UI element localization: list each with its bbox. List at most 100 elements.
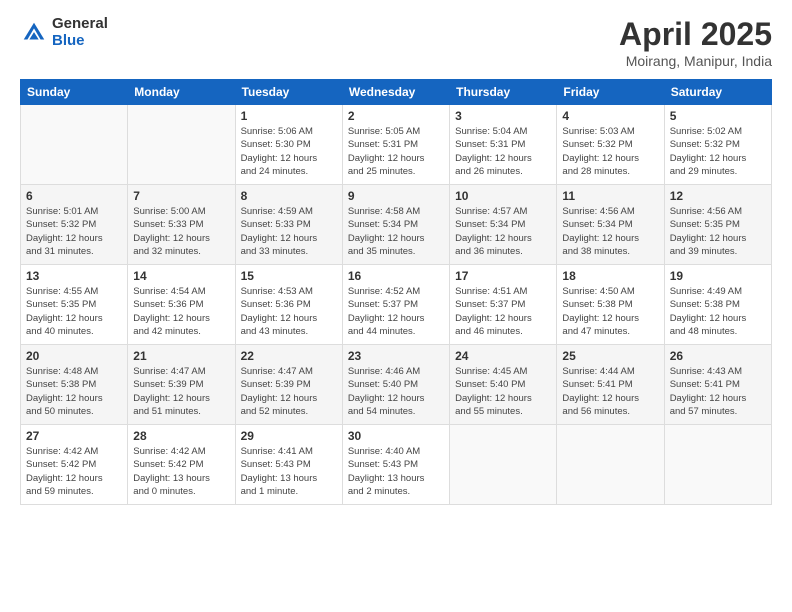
- day-number: 1: [241, 109, 337, 123]
- day-info: Sunrise: 4:49 AM Sunset: 5:38 PM Dayligh…: [670, 285, 766, 338]
- day-number: 2: [348, 109, 444, 123]
- calendar-cell: 13Sunrise: 4:55 AM Sunset: 5:35 PM Dayli…: [21, 265, 128, 345]
- day-number: 4: [562, 109, 658, 123]
- day-number: 10: [455, 189, 551, 203]
- day-number: 26: [670, 349, 766, 363]
- calendar-cell: [664, 425, 771, 505]
- calendar-cell: 7 Sunrise: 5:00 AM Sunset: 5:33 PM Daylig…: [128, 185, 235, 265]
- day-number: 16: [348, 269, 444, 283]
- day-number: 18: [562, 269, 658, 283]
- logo-icon: [20, 19, 48, 47]
- calendar-cell: 26 Sunrise: 4:43 AM Sunset: 5:41 PM Dayli…: [664, 345, 771, 425]
- calendar-cell: [128, 105, 235, 185]
- day-number: 22: [241, 349, 337, 363]
- day-header-saturday: Saturday: [664, 80, 771, 105]
- day-info: Sunrise: 4:42 AM Sunset: 5:42 PM Dayligh…: [26, 445, 122, 498]
- calendar-cell: 20 Sunrise: 4:48 AM Sunset: 5:38 PM Dayli…: [21, 345, 128, 425]
- day-info: Sunrise: 4:46 AM Sunset: 5:40 PM Dayligh…: [348, 365, 444, 418]
- day-number: 8: [241, 189, 337, 203]
- day-header-sunday: Sunday: [21, 80, 128, 105]
- day-number: 23: [348, 349, 444, 363]
- day-info: Sunrise: 4:44 AM Sunset: 5:41 PM Dayligh…: [562, 365, 658, 418]
- day-info: Sunrise: 5:04 AM Sunset: 5:31 PM Dayligh…: [455, 125, 551, 178]
- day-header-thursday: Thursday: [450, 80, 557, 105]
- calendar: SundayMondayTuesdayWednesdayThursdayFrid…: [20, 79, 772, 505]
- day-info: Sunrise: 4:56 AM Sunset: 5:35 PM Dayligh…: [670, 205, 766, 258]
- day-header-monday: Monday: [128, 80, 235, 105]
- page: General Blue April 2025 Moirang, Manipur…: [0, 0, 792, 612]
- day-info: Sunrise: 4:54 AM Sunset: 5:36 PM Dayligh…: [133, 285, 229, 338]
- calendar-cell: 30 Sunrise: 4:40 AM Sunset: 5:43 PM Dayli…: [342, 425, 449, 505]
- day-info: Sunrise: 4:45 AM Sunset: 5:40 PM Dayligh…: [455, 365, 551, 418]
- week-row-1: 1 Sunrise: 5:06 AM Sunset: 5:30 PM Daylig…: [21, 105, 772, 185]
- location: Moirang, Manipur, India: [619, 53, 772, 69]
- calendar-cell: 1 Sunrise: 5:06 AM Sunset: 5:30 PM Daylig…: [235, 105, 342, 185]
- day-info: Sunrise: 5:05 AM Sunset: 5:31 PM Dayligh…: [348, 125, 444, 178]
- day-number: 30: [348, 429, 444, 443]
- calendar-cell: 6 Sunrise: 5:01 AM Sunset: 5:32 PM Daylig…: [21, 185, 128, 265]
- day-info: Sunrise: 4:55 AM Sunset: 5:35 PM Dayligh…: [26, 285, 122, 338]
- calendar-cell: 28 Sunrise: 4:42 AM Sunset: 5:42 PM Dayli…: [128, 425, 235, 505]
- calendar-cell: 14Sunrise: 4:54 AM Sunset: 5:36 PM Dayli…: [128, 265, 235, 345]
- day-info: Sunrise: 4:40 AM Sunset: 5:43 PM Dayligh…: [348, 445, 444, 498]
- day-info: Sunrise: 4:52 AM Sunset: 5:37 PM Dayligh…: [348, 285, 444, 338]
- day-info: Sunrise: 4:43 AM Sunset: 5:41 PM Dayligh…: [670, 365, 766, 418]
- calendar-cell: [21, 105, 128, 185]
- logo-text: General Blue: [52, 16, 108, 49]
- calendar-cell: 8 Sunrise: 4:59 AM Sunset: 5:33 PM Daylig…: [235, 185, 342, 265]
- day-number: 15: [241, 269, 337, 283]
- logo-blue-text: Blue: [52, 33, 108, 50]
- day-number: 7: [133, 189, 229, 203]
- day-info: Sunrise: 5:02 AM Sunset: 5:32 PM Dayligh…: [670, 125, 766, 178]
- day-header-wednesday: Wednesday: [342, 80, 449, 105]
- calendar-cell: 29 Sunrise: 4:41 AM Sunset: 5:43 PM Dayli…: [235, 425, 342, 505]
- day-number: 21: [133, 349, 229, 363]
- week-row-3: 13Sunrise: 4:55 AM Sunset: 5:35 PM Dayli…: [21, 265, 772, 345]
- calendar-cell: 24Sunrise: 4:45 AM Sunset: 5:40 PM Dayli…: [450, 345, 557, 425]
- calendar-cell: 19Sunrise: 4:49 AM Sunset: 5:38 PM Dayli…: [664, 265, 771, 345]
- header: General Blue April 2025 Moirang, Manipur…: [20, 16, 772, 69]
- day-number: 29: [241, 429, 337, 443]
- title-block: April 2025 Moirang, Manipur, India: [619, 16, 772, 69]
- day-info: Sunrise: 5:06 AM Sunset: 5:30 PM Dayligh…: [241, 125, 337, 178]
- calendar-cell: 21 Sunrise: 4:47 AM Sunset: 5:39 PM Dayli…: [128, 345, 235, 425]
- calendar-cell: 23 Sunrise: 4:46 AM Sunset: 5:40 PM Dayli…: [342, 345, 449, 425]
- day-info: Sunrise: 4:48 AM Sunset: 5:38 PM Dayligh…: [26, 365, 122, 418]
- day-info: Sunrise: 4:58 AM Sunset: 5:34 PM Dayligh…: [348, 205, 444, 258]
- day-info: Sunrise: 4:51 AM Sunset: 5:37 PM Dayligh…: [455, 285, 551, 338]
- day-info: Sunrise: 5:01 AM Sunset: 5:32 PM Dayligh…: [26, 205, 122, 258]
- calendar-cell: 16 Sunrise: 4:52 AM Sunset: 5:37 PM Dayli…: [342, 265, 449, 345]
- day-info: Sunrise: 4:53 AM Sunset: 5:36 PM Dayligh…: [241, 285, 337, 338]
- day-info: Sunrise: 4:59 AM Sunset: 5:33 PM Dayligh…: [241, 205, 337, 258]
- week-row-2: 6 Sunrise: 5:01 AM Sunset: 5:32 PM Daylig…: [21, 185, 772, 265]
- calendar-cell: 15 Sunrise: 4:53 AM Sunset: 5:36 PM Dayli…: [235, 265, 342, 345]
- month-title: April 2025: [619, 16, 772, 53]
- day-number: 11: [562, 189, 658, 203]
- day-info: Sunrise: 5:00 AM Sunset: 5:33 PM Dayligh…: [133, 205, 229, 258]
- calendar-cell: 10Sunrise: 4:57 AM Sunset: 5:34 PM Dayli…: [450, 185, 557, 265]
- day-number: 20: [26, 349, 122, 363]
- logo: General Blue: [20, 16, 108, 49]
- calendar-cell: 4 Sunrise: 5:03 AM Sunset: 5:32 PM Daylig…: [557, 105, 664, 185]
- day-number: 9: [348, 189, 444, 203]
- day-info: Sunrise: 4:41 AM Sunset: 5:43 PM Dayligh…: [241, 445, 337, 498]
- day-info: Sunrise: 5:03 AM Sunset: 5:32 PM Dayligh…: [562, 125, 658, 178]
- day-header-tuesday: Tuesday: [235, 80, 342, 105]
- day-number: 28: [133, 429, 229, 443]
- day-info: Sunrise: 4:56 AM Sunset: 5:34 PM Dayligh…: [562, 205, 658, 258]
- day-number: 6: [26, 189, 122, 203]
- calendar-cell: [450, 425, 557, 505]
- day-number: 3: [455, 109, 551, 123]
- calendar-cell: 22Sunrise: 4:47 AM Sunset: 5:39 PM Dayli…: [235, 345, 342, 425]
- calendar-cell: 2 Sunrise: 5:05 AM Sunset: 5:31 PM Daylig…: [342, 105, 449, 185]
- logo-general-text: General: [52, 16, 108, 33]
- day-number: 5: [670, 109, 766, 123]
- day-header-friday: Friday: [557, 80, 664, 105]
- week-row-5: 27 Sunrise: 4:42 AM Sunset: 5:42 PM Dayli…: [21, 425, 772, 505]
- day-info: Sunrise: 4:47 AM Sunset: 5:39 PM Dayligh…: [133, 365, 229, 418]
- calendar-cell: 5 Sunrise: 5:02 AM Sunset: 5:32 PM Daylig…: [664, 105, 771, 185]
- day-number: 17: [455, 269, 551, 283]
- day-number: 27: [26, 429, 122, 443]
- day-info: Sunrise: 4:42 AM Sunset: 5:42 PM Dayligh…: [133, 445, 229, 498]
- calendar-cell: 17 Sunrise: 4:51 AM Sunset: 5:37 PM Dayli…: [450, 265, 557, 345]
